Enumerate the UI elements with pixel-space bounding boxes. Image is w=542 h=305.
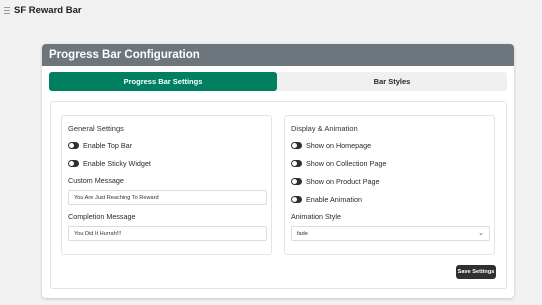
enable-sticky-widget-row: Enable Sticky Widget	[68, 158, 265, 168]
show-on-homepage-label: Show on Homepage	[306, 140, 372, 150]
card-title: Progress Bar Configuration	[42, 44, 514, 66]
general-settings-panel: General Settings Enable Top Bar Enable S…	[61, 115, 272, 255]
show-on-product-page-row: Show on Product Page	[291, 176, 488, 186]
completion-message-input[interactable]	[68, 226, 267, 241]
custom-message-input[interactable]	[68, 190, 267, 205]
animation-style-label: Animation Style	[291, 212, 341, 221]
show-on-product-page-label: Show on Product Page	[306, 176, 380, 186]
app-topbar: SF Reward Bar	[0, 0, 542, 20]
settings-content: General Settings Enable Top Bar Enable S…	[50, 101, 507, 289]
enable-sticky-widget-label: Enable Sticky Widget	[83, 158, 151, 168]
show-on-collection-page-row: Show on Collection Page	[291, 158, 488, 168]
enable-animation-toggle[interactable]	[291, 195, 302, 203]
enable-sticky-widget-toggle[interactable]	[68, 159, 79, 167]
chevron-down-icon: ⌄	[478, 230, 484, 237]
save-settings-button[interactable]: Save Settings	[456, 265, 496, 279]
show-on-product-page-toggle[interactable]	[291, 177, 302, 185]
animation-style-value: fade	[297, 230, 308, 237]
general-settings-title: General Settings	[68, 124, 124, 133]
app-title: SF Reward Bar	[14, 4, 82, 16]
enable-top-bar-row: Enable Top Bar	[68, 140, 265, 150]
enable-top-bar-label: Enable Top Bar	[83, 140, 133, 150]
enable-top-bar-toggle[interactable]	[68, 141, 79, 149]
menu-icon[interactable]	[4, 6, 10, 14]
show-on-homepage-toggle[interactable]	[291, 141, 302, 149]
completion-message-label: Completion Message	[68, 212, 136, 221]
display-animation-title: Display & Animation	[291, 124, 358, 133]
tab-bar: Progress Bar Settings Bar Styles	[49, 72, 507, 91]
tab-bar-styles[interactable]: Bar Styles	[277, 72, 507, 91]
enable-animation-row: Enable Animation	[291, 194, 488, 204]
show-on-collection-page-label: Show on Collection Page	[306, 158, 387, 168]
animation-style-select[interactable]: fade ⌄	[291, 226, 490, 241]
custom-message-label: Custom Message	[68, 176, 124, 185]
config-card: Progress Bar Configuration Progress Bar …	[42, 44, 514, 298]
show-on-homepage-row: Show on Homepage	[291, 140, 488, 150]
show-on-collection-page-toggle[interactable]	[291, 159, 302, 167]
display-animation-panel: Display & Animation Show on Homepage Sho…	[284, 115, 495, 255]
tab-progress-bar-settings[interactable]: Progress Bar Settings	[49, 72, 277, 91]
enable-animation-label: Enable Animation	[306, 194, 362, 204]
